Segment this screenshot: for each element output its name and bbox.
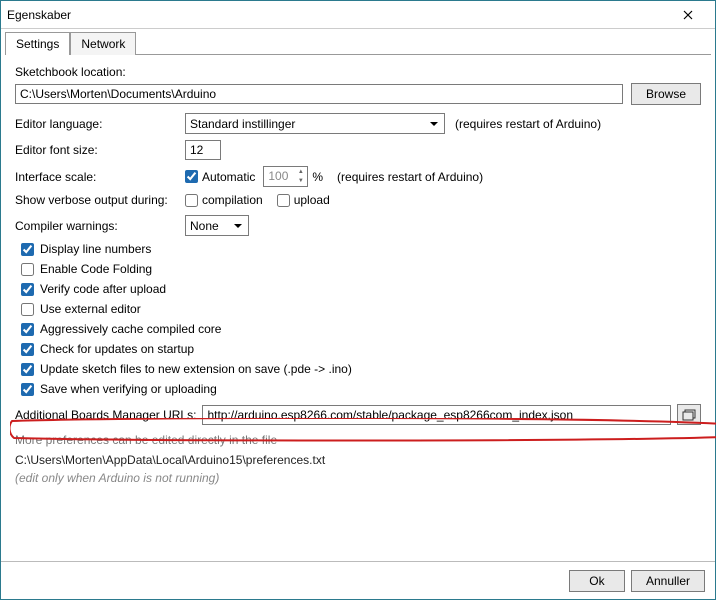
tab-settings[interactable]: Settings: [5, 32, 70, 55]
editor-language-select[interactable]: Standard instillinger: [185, 113, 445, 134]
close-button[interactable]: [667, 3, 709, 27]
check-cache-core[interactable]: [21, 323, 34, 336]
compiler-warnings-label: Compiler warnings:: [15, 219, 185, 233]
upload-checkbox[interactable]: [277, 194, 290, 207]
check-external-editor[interactable]: [21, 303, 34, 316]
spinner-arrows: ▲▼: [295, 167, 306, 186]
sketchbook-label: Sketchbook location:: [15, 65, 126, 79]
interface-scale-label: Interface scale:: [15, 170, 185, 184]
edit-only-note: (edit only when Arduino is not running): [15, 471, 701, 485]
upload-label: upload: [294, 193, 330, 207]
preferences-path: C:\Users\Morten\AppData\Local\Arduino15\…: [15, 453, 701, 467]
font-size-input[interactable]: [185, 140, 221, 160]
check-display-line-numbers[interactable]: [21, 243, 34, 256]
automatic-label: Automatic: [202, 170, 255, 184]
window-title: Egenskaber: [7, 8, 667, 22]
check-verify-after-upload[interactable]: [21, 283, 34, 296]
font-size-label: Editor font size:: [15, 143, 185, 157]
compilation-label: compilation: [202, 193, 263, 207]
browse-button[interactable]: Browse: [631, 83, 701, 105]
scale-unit: %: [312, 170, 323, 184]
settings-panel: Sketchbook location: Browse Editor langu…: [1, 55, 715, 491]
check-enable-code-folding[interactable]: [21, 263, 34, 276]
additional-urls-input[interactable]: [202, 405, 671, 425]
options-checklist: Display line numbers Enable Code Folding…: [15, 242, 701, 396]
close-icon: [683, 10, 693, 20]
sketchbook-input[interactable]: [15, 84, 623, 104]
editor-language-note: (requires restart of Arduino): [455, 117, 601, 131]
editor-language-label: Editor language:: [15, 117, 185, 131]
automatic-checkbox[interactable]: [185, 170, 198, 183]
compiler-warnings-select[interactable]: None: [185, 215, 249, 236]
tab-network[interactable]: Network: [70, 32, 136, 55]
window-stack-icon: [682, 409, 696, 421]
dialog-footer: Ok Annuller: [1, 561, 715, 599]
check-save-verify-upload[interactable]: [21, 383, 34, 396]
verbose-label: Show verbose output during:: [15, 193, 185, 207]
ok-button[interactable]: Ok: [569, 570, 625, 592]
tab-bar: Settings Network: [5, 31, 711, 55]
check-update-extension[interactable]: [21, 363, 34, 376]
cancel-button[interactable]: Annuller: [631, 570, 705, 592]
titlebar: Egenskaber: [1, 1, 715, 29]
compilation-checkbox[interactable]: [185, 194, 198, 207]
more-preferences-note: More preferences can be edited directly …: [15, 433, 701, 447]
scale-note: (requires restart of Arduino): [337, 170, 483, 184]
check-updates-startup[interactable]: [21, 343, 34, 356]
additional-urls-expand-button[interactable]: [677, 404, 701, 425]
scale-spinner[interactable]: 100 ▲▼: [263, 166, 308, 187]
additional-urls-label: Additional Boards Manager URLs:: [15, 408, 196, 422]
